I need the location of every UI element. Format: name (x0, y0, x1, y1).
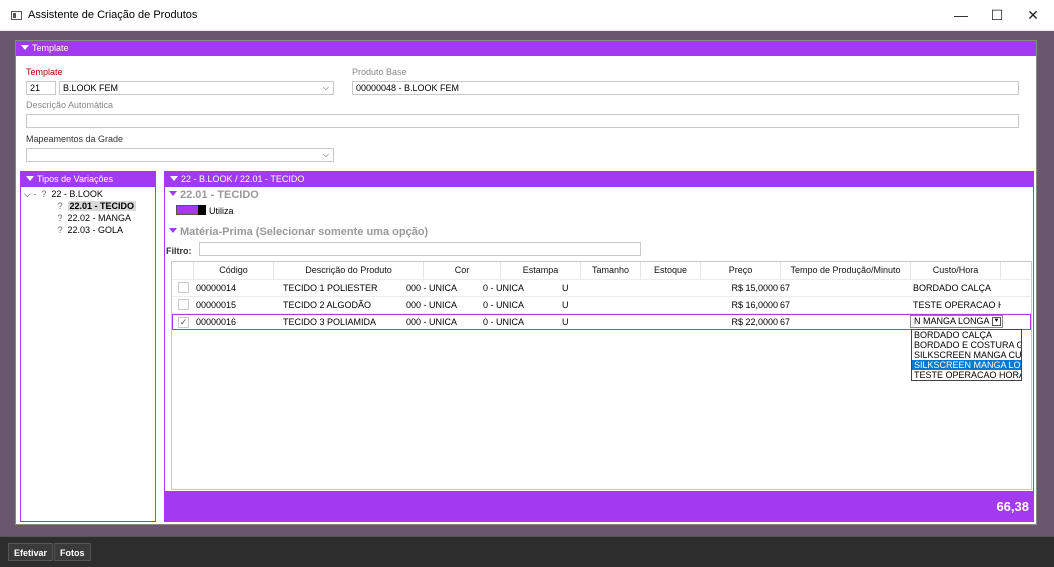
grid-header-codigo[interactable]: Código (194, 262, 274, 279)
collapse-triangle-icon (169, 228, 177, 233)
title-bar: Assistente de Criação de Produtos — ☐ ✕ (0, 0, 1054, 31)
filtro-label: Filtro: (166, 246, 192, 256)
table-cell-tempo: 67 (780, 283, 791, 293)
template-select-value: B.LOOK FEM (63, 83, 119, 93)
app-window-icon (11, 11, 22, 20)
table-cell-cor: 000 - UNICA (406, 300, 458, 310)
template-code-field[interactable]: 21 (26, 81, 56, 95)
maximize-button[interactable]: ☐ (979, 0, 1015, 31)
close-button[interactable]: ✕ (1015, 0, 1051, 31)
detail-header[interactable]: 22 - B.LOOK / 22.01 - TECIDO (165, 172, 1033, 187)
grid-header-estampa[interactable]: Estampa (501, 262, 581, 279)
table-cell-estoque (642, 314, 700, 330)
tipos-variacoes-panel: Tipos de Variações (20, 171, 156, 522)
table-cell-tamanho: U (562, 300, 569, 310)
row-checkbox[interactable]: ✓ (178, 317, 189, 328)
template-select[interactable]: B.LOOK FEM ⌵ (59, 81, 334, 95)
dropdown-option[interactable]: BORDADO CALÇA (912, 330, 1021, 340)
bottom-toolbar: Efetivar Fotos (0, 536, 1054, 567)
grid-header-preco[interactable]: Preço (701, 262, 781, 279)
table-cell-custo[interactable]: BORDADO CALÇA (913, 280, 1001, 296)
table-cell-preco: R$ 22,0000 (731, 317, 778, 327)
table-cell-cor: 000 - UNICA (406, 283, 458, 293)
table-cell-descricao: TECIDO 1 POLIESTER (283, 283, 378, 293)
window-title: Assistente de Criação de Produtos (28, 9, 198, 21)
custo-hora-combo-value: N MANGA LONGA (914, 316, 990, 326)
table-cell-estampa: 0 - UNICA (483, 283, 525, 293)
table-cell-estoque (642, 280, 700, 296)
row-checkbox[interactable] (178, 299, 189, 310)
tree-node-gola[interactable]: ? 22.03 - GOLA (55, 225, 123, 235)
dropdown-option[interactable]: SILKSCREEN MANGA CURTA (912, 350, 1021, 360)
tree-root-node[interactable]: ⌵ · ? 22 - B.LOOK (24, 189, 103, 200)
table-cell-preco: R$ 16,0000 (731, 300, 778, 310)
expand-chevron-icon[interactable]: ⌵ (24, 189, 31, 199)
table-cell-codigo: 00000015 (196, 300, 237, 310)
materia-prima-grid: Código Descrição do Produto Cor Estampa … (171, 261, 1032, 490)
collapse-triangle-icon (169, 191, 177, 196)
row-checkbox[interactable] (178, 282, 189, 293)
chevron-down-icon: ⌵ (322, 83, 329, 92)
grid-header-estoque[interactable]: Estoque (641, 262, 701, 279)
grid-header-tempo[interactable]: Tempo de Produção/Minuto (781, 262, 911, 279)
collapse-triangle-icon (26, 176, 34, 181)
materia-prima-title[interactable]: Matéria-Prima (Selecionar somente uma op… (169, 226, 428, 238)
tree-node-tecido[interactable]: ? 22.01 - TECIDO (55, 201, 137, 211)
template-label: Template (26, 67, 63, 77)
tecido-section-title[interactable]: 22.01 - TECIDO (169, 189, 259, 201)
table-cell-estampa: 0 - UNICA (483, 317, 525, 327)
table-cell-tempo: 67 (780, 317, 791, 327)
question-icon: ? (57, 225, 63, 235)
table-cell-descricao: TECIDO 3 POLIAMIDA (283, 317, 377, 327)
chevron-down-icon: ⌵ (322, 150, 329, 159)
table-cell-preco: R$ 15,0000 (731, 283, 778, 293)
fotos-button[interactable]: Fotos (54, 543, 91, 561)
table-cell-estoque (642, 297, 700, 313)
grid-header-check (172, 262, 194, 279)
dropdown-option[interactable]: BORDADO E COSTURA GOL (912, 340, 1021, 350)
efetivar-button[interactable]: Efetivar (8, 543, 54, 561)
template-section-header[interactable]: Template (16, 41, 1036, 56)
grid-header-tamanho[interactable]: Tamanho (581, 262, 641, 279)
grid-header-cor[interactable]: Cor (424, 262, 501, 279)
custo-hora-dropdown-list: BORDADO CALÇA BORDADO E COSTURA GOL SILK… (911, 329, 1022, 381)
table-cell-custo[interactable]: TESTE OPERACAO H... (913, 297, 1001, 313)
tree-node-manga[interactable]: ? 22.02 - MANGA (55, 213, 131, 223)
descricao-automatica-field[interactable] (26, 114, 1019, 128)
collapse-triangle-icon (170, 176, 178, 181)
table-cell-tempo: 67 (780, 300, 791, 310)
utiliza-label: Utiliza (209, 206, 234, 216)
mapeamentos-select[interactable]: ⌵ (26, 148, 334, 162)
question-icon: ? (57, 201, 63, 211)
dropdown-arrow-icon[interactable]: ▼ (992, 317, 1001, 326)
table-cell-descricao: TECIDO 2 ALGODÃO (283, 300, 372, 310)
dropdown-option-highlighted[interactable]: SILKSCREEN MANGA LONGA (912, 360, 1021, 370)
descricao-automatica-label: Descrição Automática (26, 100, 114, 110)
tipos-variacoes-header[interactable]: Tipos de Variações (21, 172, 155, 187)
produto-base-label: Produto Base (352, 67, 407, 77)
produto-base-field[interactable]: 00000048 - B.LOOK FEM (352, 81, 1019, 95)
table-cell-codigo: 00000016 (196, 317, 237, 327)
table-cell-estampa: 0 - UNICA (483, 300, 525, 310)
custo-hora-combo[interactable]: N MANGA LONGA ▼ (910, 315, 1003, 328)
minimize-button[interactable]: — (943, 0, 979, 31)
mapeamentos-label: Mapeamentos da Grade (26, 134, 124, 144)
collapse-triangle-icon (21, 45, 29, 50)
table-cell-tamanho: U (562, 317, 569, 327)
question-icon: ? (57, 213, 63, 223)
table-cell-tamanho: U (562, 283, 569, 293)
filtro-input[interactable] (199, 242, 641, 256)
table-cell-codigo: 00000014 (196, 283, 237, 293)
question-icon: ? (41, 189, 47, 199)
grid-header-custo[interactable]: Custo/Hora (911, 262, 1001, 279)
total-value: 66,38 (996, 499, 1029, 514)
grid-header-descricao[interactable]: Descrição do Produto (274, 262, 424, 279)
utiliza-toggle[interactable] (176, 205, 206, 215)
table-cell-cor: 000 - UNICA (406, 317, 458, 327)
total-bar: 66,38 (165, 491, 1034, 522)
dropdown-option[interactable]: TESTE OPERACAO HORA (912, 370, 1021, 380)
